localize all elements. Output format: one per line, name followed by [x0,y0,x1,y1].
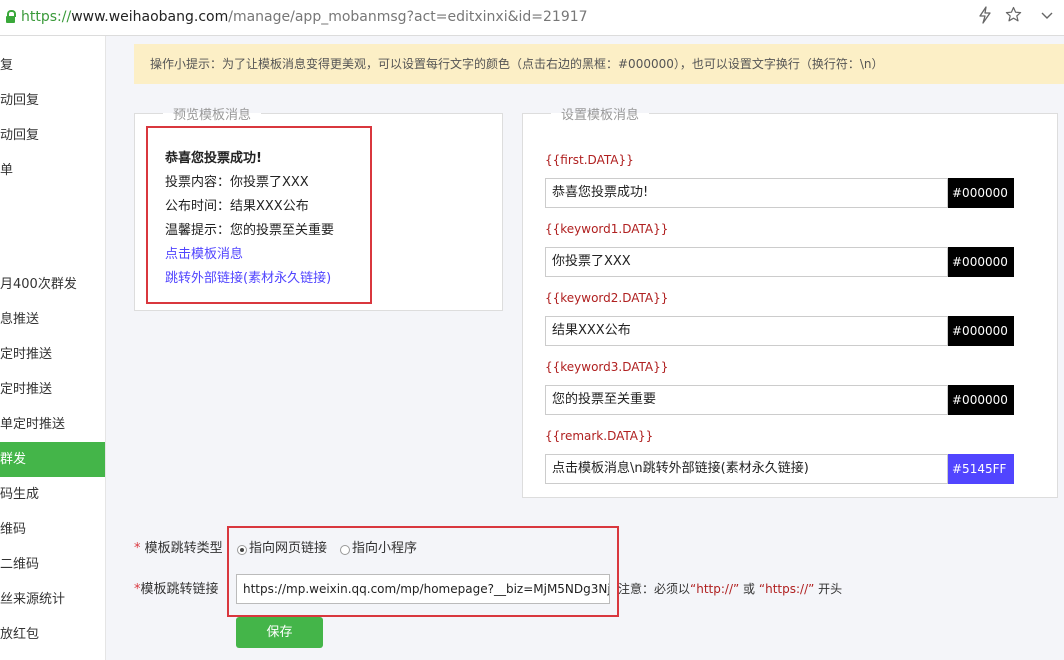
radio-mini-program[interactable] [340,545,350,555]
sidebar-item[interactable]: 单 [0,153,105,188]
lightning-icon[interactable] [978,6,992,30]
keyword2-color-picker[interactable]: #000000 [948,316,1014,346]
first-color-picker[interactable]: #000000 [948,178,1014,208]
option-mini-program-label[interactable]: 指向小程序 [352,540,417,558]
star-icon[interactable] [1005,6,1022,29]
link-hint: 注意：必须以“http://” 或 “https://” 开头 [618,582,843,596]
preview-line-keyword3: 温馨提示：您的投票至关重要 [165,223,335,238]
sidebar-item[interactable]: 定时推送 [0,337,105,372]
preview-line-keyword2: 公布时间：结果XXX公布 [165,199,309,214]
jump-link-label: *模板跳转链接 [134,582,219,597]
sidebar-item[interactable]: 码生成 [0,477,105,512]
keyword1-color-picker[interactable]: #000000 [948,247,1014,277]
field-label-keyword3: {{keyword3.DATA}} [545,360,669,374]
sidebar-item[interactable]: 复 [0,48,105,83]
field-label-keyword2: {{keyword2.DATA}} [545,291,669,305]
sidebar-item[interactable]: 月400次群发 [0,267,105,302]
preview-legend: 预览模板消息 [173,108,252,123]
keyword2-data-input[interactable]: 结果XXX公布 [545,316,948,346]
field-label-remark: {{remark.DATA}} [545,429,654,443]
settings-legend: 设置模板消息 [561,108,640,123]
sidebar-item[interactable]: 动回复 [0,118,105,153]
option-web-link-label[interactable]: 指向网页链接 [249,540,327,558]
sidebar-item[interactable]: 维码 [0,512,105,547]
keyword3-color-picker[interactable]: #000000 [948,385,1014,415]
chevron-down-icon[interactable] [1040,6,1054,28]
keyword3-data-input[interactable]: 您的投票至关重要 [545,385,948,415]
keyword1-data-input[interactable]: 你投票了XXX [545,247,948,277]
preview-line-remark: 点击模板消息 [165,247,244,262]
first-data-input[interactable]: 恭喜您投票成功! [545,178,948,208]
field-label-first: {{first.DATA}} [545,153,634,167]
sidebar-item[interactable]: 放红包 [0,617,105,652]
sidebar-item[interactable]: 单定时推送 [0,407,105,442]
field-label-keyword1: {{keyword1.DATA}} [545,222,669,236]
preview-line-remark-2: 跳转外部链接(素材永久链接) [165,271,332,286]
sidebar-item[interactable]: 息推送 [0,302,105,337]
sidebar-item[interactable]: 定时推送 [0,372,105,407]
preview-line-keyword1: 投票内容：你投票了XXX [165,175,309,190]
preview-line-first: 恭喜您投票成功! [165,151,262,166]
sidebar-item[interactable]: 动回复 [0,83,105,118]
main-content: 操作小提示：为了让模板消息变得更美观，可以设置每行文字的颜色（点击右边的黑框：#… [106,36,1064,660]
url-text[interactable]: https://www.weihaobang.com/manage/app_mo… [21,8,588,26]
sidebar: 复 动回复 动回复 单 月400次群发 息推送 定时推送 定时推送 单定时推送 … [0,36,106,660]
jump-link-input[interactable]: https://mp.weixin.qq.com/mp/homepage?__b… [236,574,610,604]
sidebar-item[interactable]: 二维码 [0,547,105,582]
remark-data-input[interactable]: 点击模板消息\n跳转外部链接(素材永久链接) [545,454,948,484]
sidebar-item-active[interactable]: 群发 [0,442,105,477]
tip-banner: 操作小提示：为了让模板消息变得更美观，可以设置每行文字的颜色（点击右边的黑框：#… [134,44,1064,84]
address-bar[interactable]: https://www.weihaobang.com/manage/app_mo… [0,0,1064,36]
remark-color-picker[interactable]: #5145FF [948,454,1014,484]
save-button[interactable]: 保存 [236,617,323,648]
radio-web-link[interactable] [237,545,247,555]
lock-icon [6,10,16,24]
jump-type-label: * 模板跳转类型 [134,541,223,556]
sidebar-item[interactable]: 丝来源统计 [0,582,105,617]
